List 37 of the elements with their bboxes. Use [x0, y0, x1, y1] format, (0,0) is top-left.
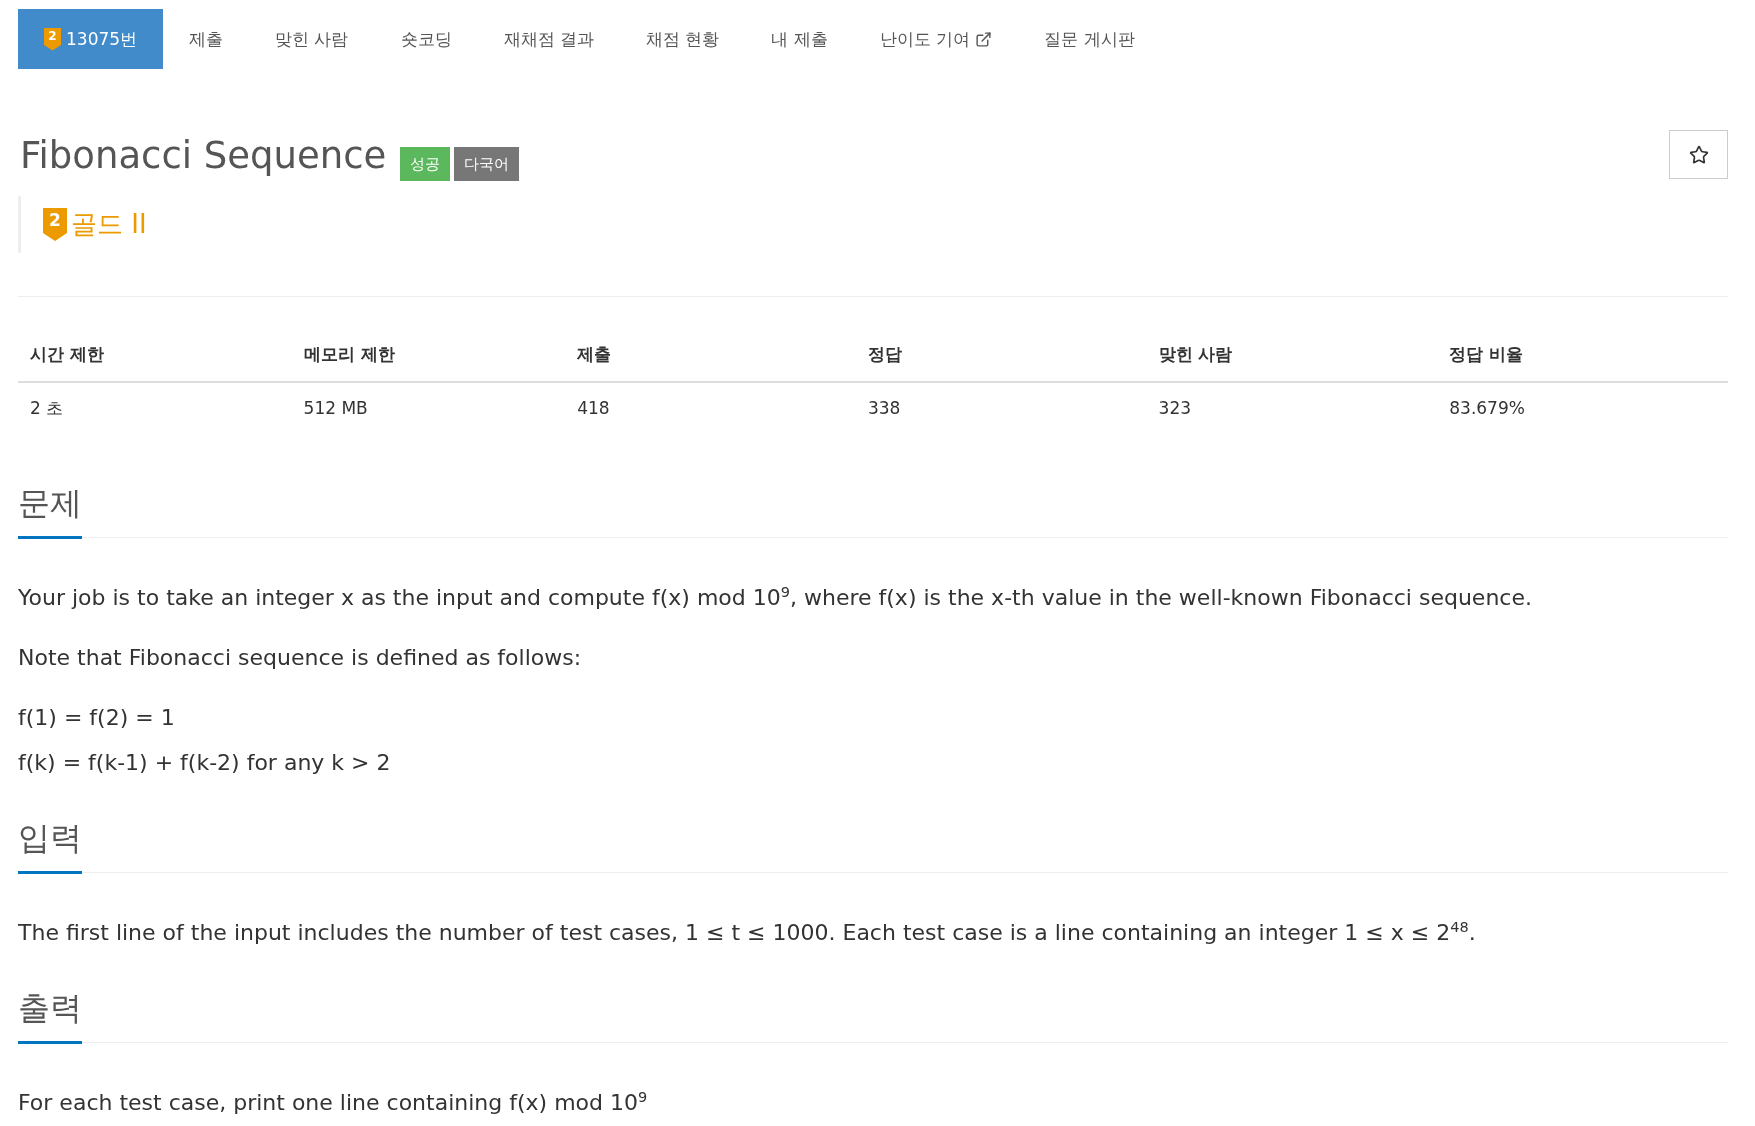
paragraph: For each test case, print one line containing f(x) mod 10$^{9}$: [18, 1087, 648, 1117]
table-cell: 2 초: [18, 382, 292, 433]
section-heading: 출력: [18, 988, 82, 1044]
paragraph: The first line of the input includes the number of test cases, 1 ≤ t ≤ 1000. Each test case is a line containing an integer 1 ≤ x ≤ 2$^{48}$.: [18, 917, 1476, 947]
paragraph: Note that Fibonacci sequence is defined as follows:: [18, 644, 582, 672]
nav-tab[interactable]: 맞힌 사람: [249, 9, 375, 69]
nav-tab[interactable]: 난이도 기여: [853, 9, 1019, 69]
tier-name: 골드 II: [71, 208, 147, 241]
tier-badge: 2: [44, 27, 61, 51]
star-button[interactable]: [1669, 130, 1728, 179]
table-cell: 83.679%: [1437, 382, 1728, 433]
section-heading: 입력: [18, 818, 82, 874]
success-tag: 성공: [400, 147, 451, 181]
nav-tab[interactable]: 숏코딩: [374, 9, 478, 69]
table-header: 맞힌 사람: [1146, 328, 1438, 382]
problem-title: Fibonacci Sequence: [20, 133, 387, 179]
table-header: 제출: [565, 328, 856, 382]
section-heading: 문제: [18, 483, 82, 539]
table-header: 정답 비율: [1437, 328, 1728, 382]
language-tag: 다국어: [454, 147, 520, 181]
table-header: 정답: [855, 328, 1147, 382]
paragraph: Your job is to take an integer x as the input and compute f(x) mod 10$^{9}$, where f(x) is the x-th value in the well-known Fibonacci sequence.: [18, 582, 1532, 612]
table-cell: 338: [855, 382, 1147, 433]
nav-tab[interactable]: 채점 현황: [619, 9, 746, 69]
table-cell: 418: [565, 382, 856, 433]
nav-tab[interactable]: 재채점 결과: [477, 9, 620, 69]
table-header: 시간 제한: [18, 328, 292, 382]
table-header: 메모리 제한: [291, 328, 566, 382]
nav-tab[interactable]: 질문 게시판: [1018, 9, 1161, 69]
nav-tab[interactable]: 내 제출: [745, 9, 854, 69]
tier-badge: 2: [43, 208, 67, 241]
paragraph: f(k) = f(k-1) + f(k-2) for any k > 2: [18, 749, 391, 777]
nav-tab[interactable]: 제출: [163, 9, 250, 69]
table-cell: 323: [1146, 382, 1438, 433]
paragraph: f(1) = f(2) = 1: [18, 704, 175, 732]
nav-tab[interactable]: 2 13075번: [18, 9, 164, 69]
table-cell: 512 MB: [291, 382, 566, 433]
